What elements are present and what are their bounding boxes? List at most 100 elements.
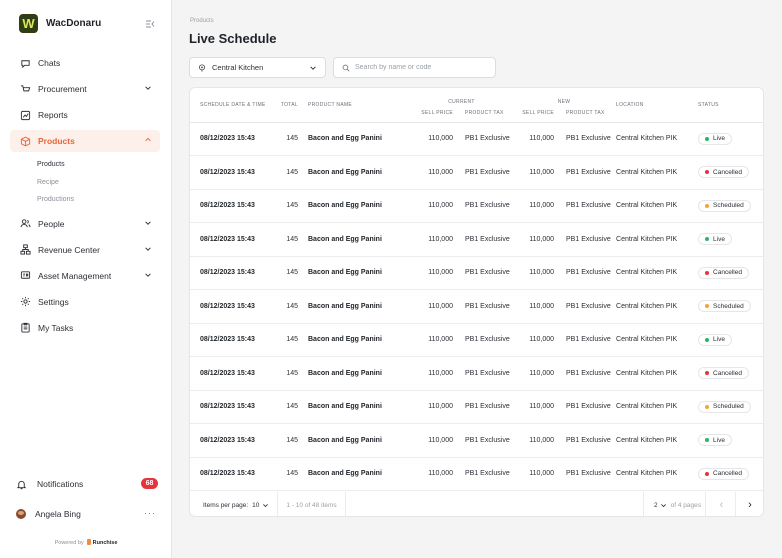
status-label: Live	[713, 336, 725, 344]
cell-date: 08/12/2023 15:43	[190, 189, 276, 223]
cell-current-sell-price: 110,000	[411, 289, 455, 324]
notifications-label: Notifications	[37, 479, 84, 489]
status-badge: Live	[698, 132, 732, 145]
cell-date: 08/12/2023 15:43	[190, 256, 276, 290]
runchise-logo-icon	[86, 539, 91, 545]
chevron-down-icon[interactable]	[144, 219, 152, 227]
previous-page-button[interactable]: ‹	[708, 492, 736, 516]
brand[interactable]: W WacDonaru	[19, 14, 101, 33]
table-row[interactable]: 08/12/2023 15:43 145 Bacon and Egg Panini 1…	[190, 189, 763, 223]
cell-new-product-tax: PB1 Exclusive	[556, 457, 617, 491]
breadcrumb-products[interactable]: Products	[190, 18, 214, 24]
sidebar-subitem-products[interactable]: Products	[10, 156, 160, 174]
sidebar-subitem-recipe[interactable]: Recipe	[10, 174, 160, 192]
collapse-sidebar-icon[interactable]	[144, 18, 156, 30]
table-row[interactable]: 08/12/2023 15:43 145 Bacon and Egg Panini 1…	[190, 222, 763, 257]
cell-current-sell-price: 110,000	[411, 189, 455, 223]
current-page[interactable]: 2	[654, 502, 658, 509]
cell-current-sell-price: 110,000	[411, 356, 455, 391]
cell-new-sell-price: 110,000	[512, 390, 557, 424]
powered-by-name: Runchise	[92, 540, 118, 546]
user-profile[interactable]: Angela Bing ···	[16, 506, 160, 522]
sidebar-item-label: Revenue Center	[38, 244, 100, 255]
next-page-button[interactable]: ›	[736, 492, 763, 516]
header-total[interactable]: TOTAL	[276, 88, 308, 122]
header-location[interactable]: LOCATION	[616, 88, 698, 122]
chevron-down-icon[interactable]	[144, 245, 152, 253]
cell-total: 145	[276, 390, 308, 424]
avatar	[16, 509, 26, 519]
table-row[interactable]: 08/12/2023 15:43 145 Bacon and Egg Panini 1…	[190, 289, 763, 324]
cell-current-sell-price: 110,000	[411, 423, 455, 458]
cell-new-product-tax: PB1 Exclusive	[556, 122, 617, 156]
sidebar-subitem-productions[interactable]: Productions	[10, 191, 160, 209]
cell-new-sell-price: 110,000	[512, 256, 557, 290]
cell-total: 145	[276, 189, 308, 223]
header-current-sell-price[interactable]: SELL PRICE	[411, 105, 455, 122]
cell-new-product-tax: PB1 Exclusive	[556, 222, 617, 257]
sidebar-item-people[interactable]: People	[10, 213, 160, 235]
sidebar-item-chats[interactable]: Chats	[10, 52, 160, 74]
header-new-sell-price[interactable]: SELL PRICE	[512, 105, 556, 122]
cell-current-product-tax: PB1 Exclusive	[455, 356, 513, 391]
header-date[interactable]: SCHEDULE DATE & TIME	[190, 88, 276, 122]
sidebar-item-procurement[interactable]: Procurement	[10, 78, 160, 100]
powered-by-prefix: Powered by	[54, 540, 84, 546]
cell-location: Central Kitchen PIK	[616, 356, 699, 391]
more-options-icon[interactable]: ···	[144, 508, 156, 518]
location-select-value: Central Kitchen	[212, 63, 264, 72]
table-row[interactable]: 08/12/2023 15:43 145 Bacon and Egg Panini 1…	[190, 256, 763, 290]
gear-icon	[20, 296, 31, 307]
status-dot-icon	[705, 170, 710, 175]
status-dot-icon	[705, 270, 710, 275]
cell-date: 08/12/2023 15:43	[190, 356, 276, 391]
people-icon	[20, 218, 31, 229]
cell-date: 08/12/2023 15:43	[190, 122, 276, 156]
notifications-item[interactable]: Notifications 68	[16, 476, 160, 492]
status-dot-icon	[705, 304, 710, 309]
sidebar-item-my-tasks[interactable]: My Tasks	[10, 317, 160, 339]
breadcrumb[interactable]: Products	[190, 18, 214, 24]
cell-status: Cancelled	[698, 155, 763, 190]
header-product-name[interactable]: PRODUCT NAME	[308, 88, 411, 122]
clipboard-icon	[20, 322, 31, 333]
location-select[interactable]: Central Kitchen	[189, 57, 326, 78]
cell-current-product-tax: PB1 Exclusive	[455, 423, 513, 458]
table-row[interactable]: 08/12/2023 15:43 145 Bacon and Egg Panini 1…	[190, 323, 763, 357]
cell-new-sell-price: 110,000	[512, 155, 557, 190]
sidebar-item-products[interactable]: Products	[10, 130, 160, 152]
search-box[interactable]	[333, 57, 496, 78]
page-select[interactable]: 2 of 4 pages	[643, 492, 706, 516]
header-status[interactable]: STATUS	[698, 88, 763, 122]
cell-status: Live	[698, 122, 763, 156]
header-new-product-tax[interactable]: PRODUCT TAX	[556, 105, 616, 122]
status-label: Live	[713, 436, 725, 444]
table-body: 08/12/2023 15:43 145 Bacon and Egg Panini 1…	[190, 122, 763, 491]
table-row[interactable]: 08/12/2023 15:43 145 Bacon and Egg Panini 1…	[190, 457, 763, 491]
table-row[interactable]: 08/12/2023 15:43 145 Bacon and Egg Panini 1…	[190, 423, 763, 458]
cell-current-sell-price: 110,000	[411, 457, 455, 491]
table-row[interactable]: 08/12/2023 15:43 145 Bacon and Egg Panini 1…	[190, 390, 763, 424]
chevron-down-icon[interactable]	[144, 84, 152, 92]
cell-current-sell-price: 110,000	[411, 222, 455, 257]
cell-current-product-tax: PB1 Exclusive	[455, 289, 513, 324]
sidebar-item-revenue-center[interactable]: Revenue Center	[10, 239, 160, 261]
search-input[interactable]	[355, 64, 495, 71]
sidebar-item-settings[interactable]: Settings	[10, 291, 160, 313]
cell-date: 08/12/2023 15:43	[190, 323, 276, 357]
status-label: Scheduled	[713, 302, 744, 310]
cell-status: Scheduled	[698, 390, 763, 424]
header-current-product-tax[interactable]: PRODUCT TAX	[455, 105, 512, 122]
sidebar-item-reports[interactable]: Reports	[10, 104, 160, 126]
chevron-down-icon[interactable]	[144, 271, 152, 279]
sidebar-item-asset-management[interactable]: Asset Management	[10, 265, 160, 287]
cell-product-name: Bacon and Egg Panini	[308, 356, 411, 391]
table-row[interactable]: 08/12/2023 15:43 145 Bacon and Egg Panini 1…	[190, 155, 763, 190]
table-row[interactable]: 08/12/2023 15:43 145 Bacon and Egg Panini 1…	[190, 356, 763, 391]
chevron-up-icon[interactable]	[144, 136, 152, 144]
items-per-page-value[interactable]: 10	[252, 502, 259, 509]
table-row[interactable]: 08/12/2023 15:43 145 Bacon and Egg Panini 1…	[190, 122, 763, 156]
cell-status: Scheduled	[698, 289, 763, 324]
items-per-page[interactable]: Items per page: 10	[190, 492, 279, 516]
cell-new-product-tax: PB1 Exclusive	[556, 356, 617, 391]
